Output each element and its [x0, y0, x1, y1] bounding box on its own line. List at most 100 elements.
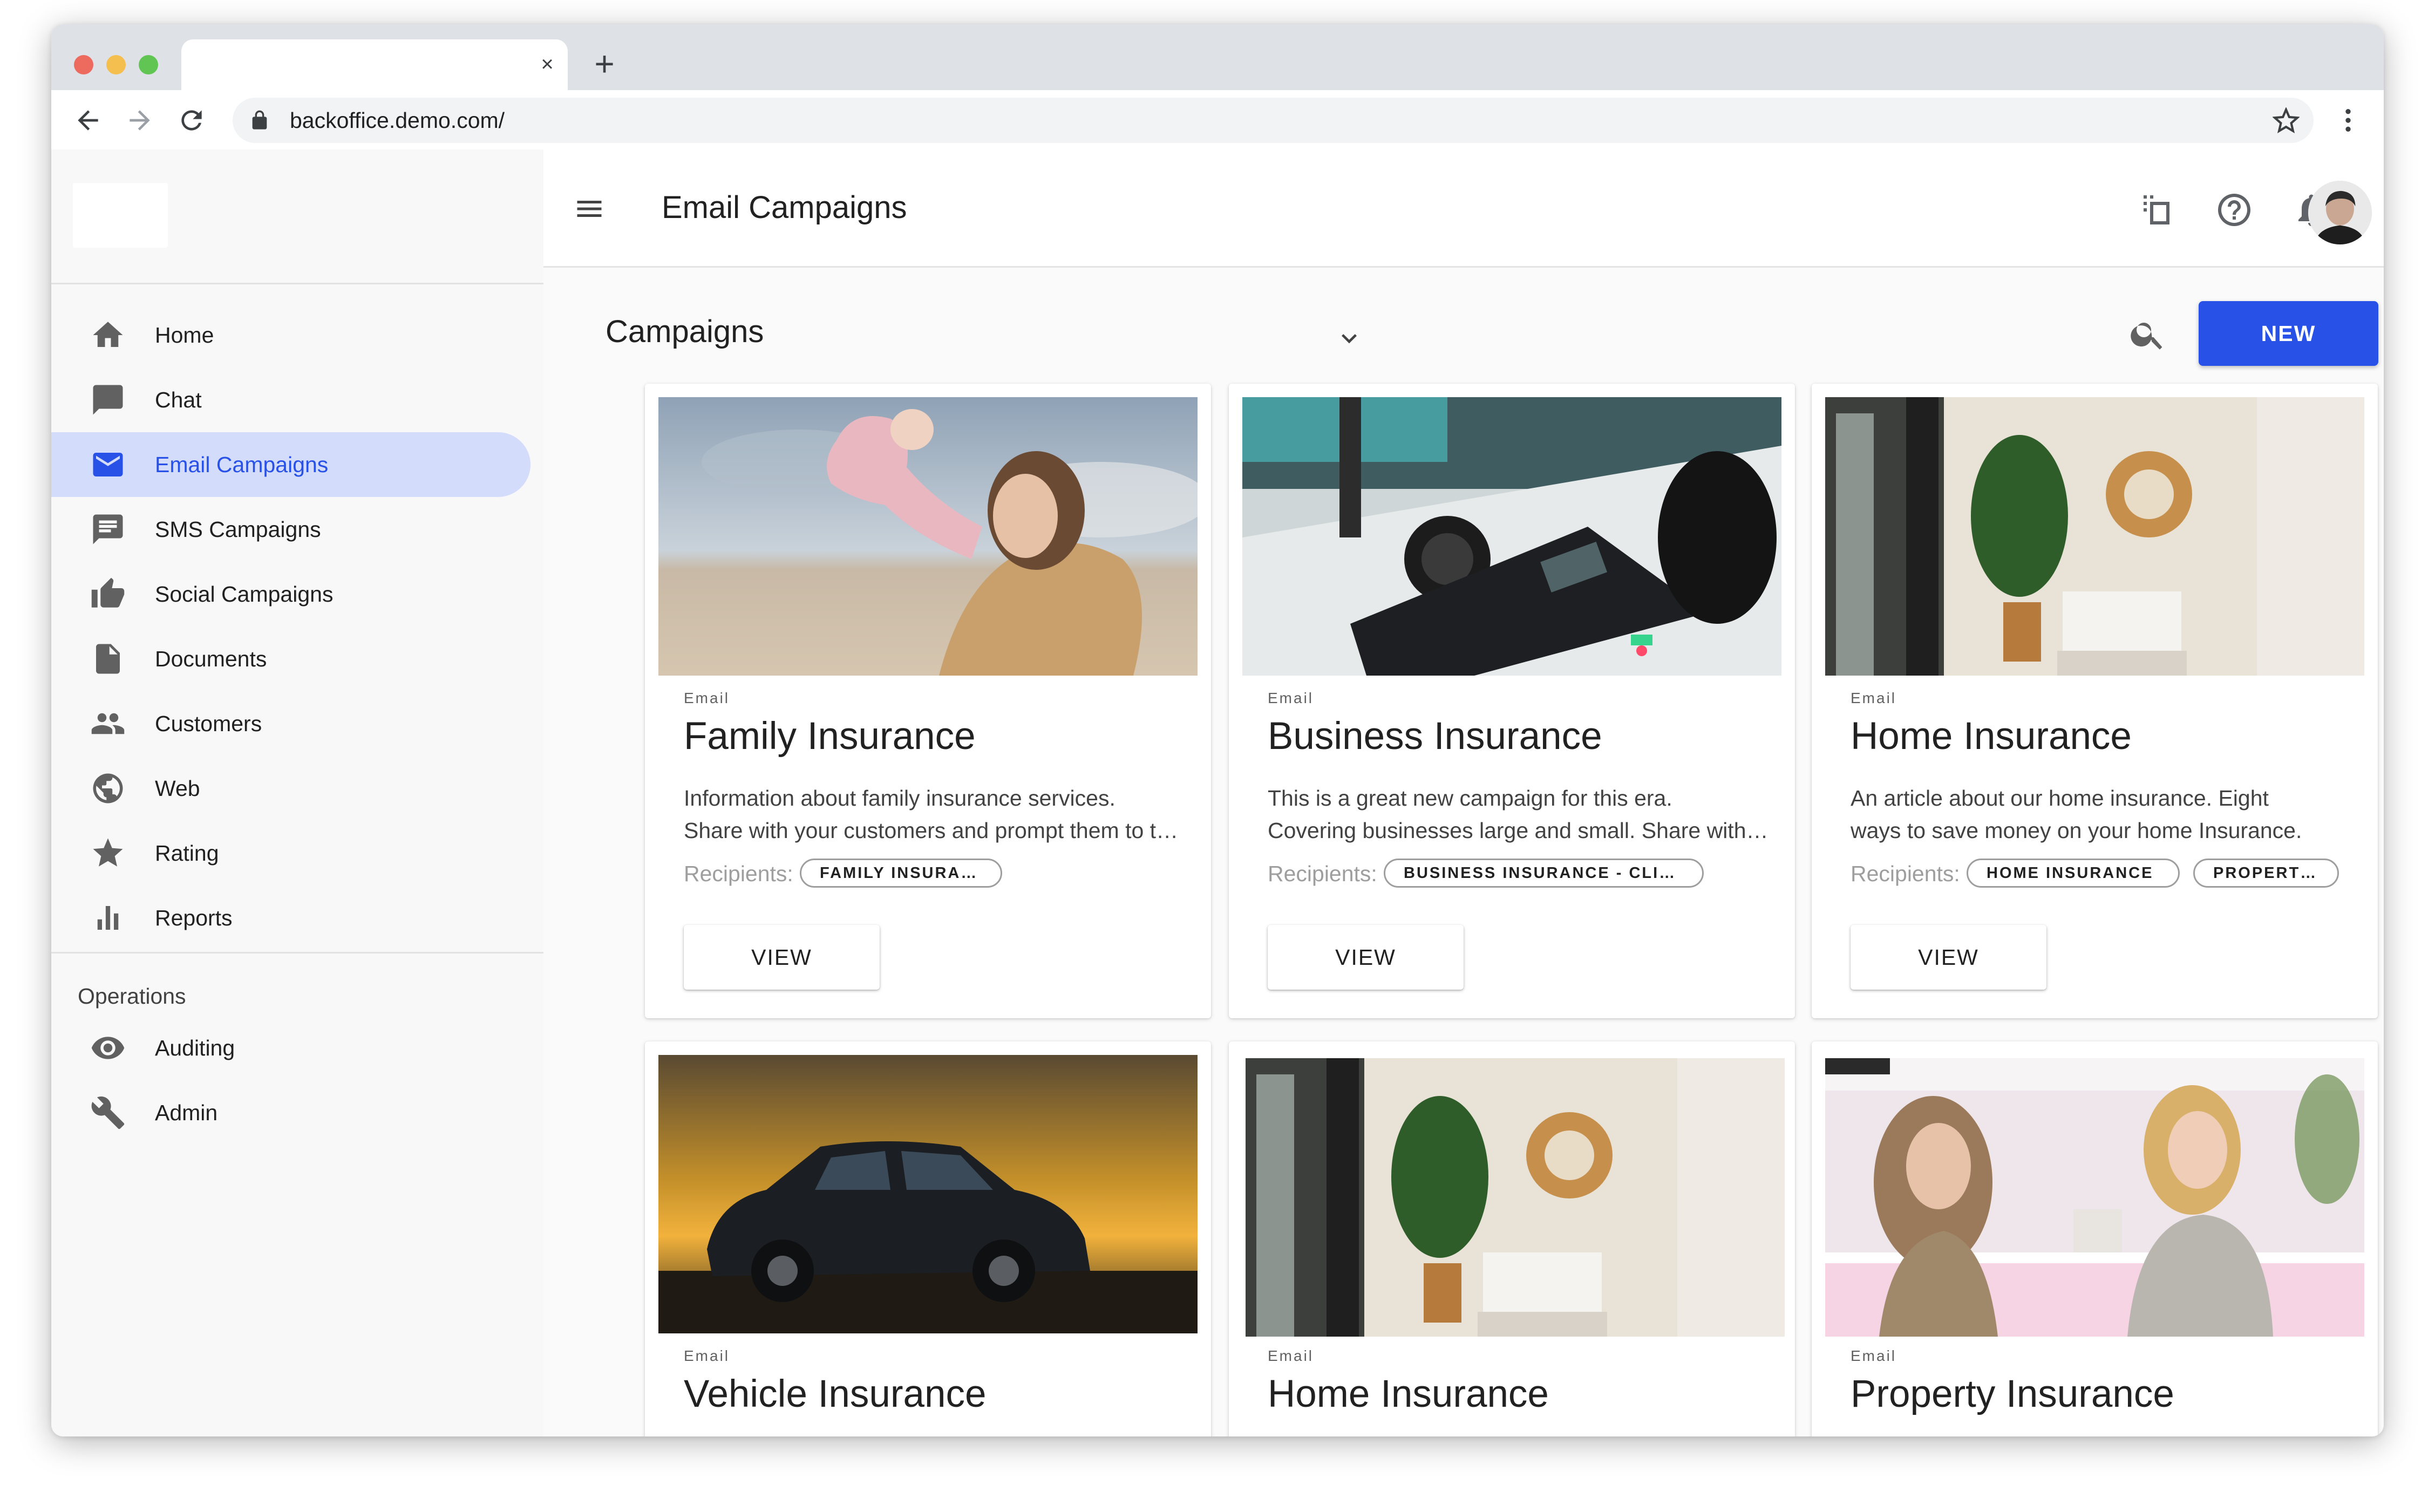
- card-overline: Email: [1268, 1347, 1314, 1364]
- recipients-label: Recipients:: [684, 861, 793, 886]
- campaign-image: [1825, 397, 2364, 676]
- thumb-up-icon: [90, 576, 126, 612]
- view-button[interactable]: VIEW: [684, 925, 880, 990]
- campaign-card: Email Property Insurance: [1812, 1041, 2378, 1436]
- view-button[interactable]: VIEW: [1851, 925, 2046, 990]
- lock-icon: [249, 110, 270, 131]
- minimize-window-button[interactable]: [106, 55, 126, 74]
- card-overline: Email: [1851, 690, 1897, 706]
- back-arrow-icon[interactable]: [73, 105, 103, 135]
- chevron-down-icon[interactable]: [1334, 323, 1364, 353]
- card-description-line: ways to save money on your home Insuranc…: [1851, 818, 2302, 843]
- forward-arrow-icon[interactable]: [125, 105, 155, 135]
- sidebar-item-auditing[interactable]: Auditing: [51, 1016, 530, 1080]
- recipient-chip[interactable]: FAMILY INSURANCE: [800, 859, 1002, 888]
- email-icon: [90, 447, 126, 482]
- sidebar-item-label: Home: [155, 322, 214, 348]
- user-avatar[interactable]: [2308, 181, 2372, 244]
- star-icon: [90, 835, 126, 871]
- card-overline: Email: [1268, 690, 1314, 706]
- card-description: This is a great new campaign for this er…: [1268, 782, 1770, 847]
- bookmark-star-icon[interactable]: [2272, 106, 2300, 134]
- browser-window: × + backoffice.demo.com/ Home Chat Email…: [51, 24, 2384, 1436]
- reload-icon[interactable]: [176, 105, 207, 135]
- globe-icon: [90, 771, 126, 806]
- campaign-card: Email Vehicle Insurance: [645, 1041, 1211, 1436]
- sidebar-item-home[interactable]: Home: [51, 303, 530, 367]
- browser-tab-bar: × +: [51, 24, 2384, 90]
- card-overline: Email: [1851, 1347, 1897, 1364]
- card-description: Information about family insurance servi…: [684, 782, 1186, 847]
- page-title: Email Campaigns: [662, 190, 907, 225]
- bar-chart-icon: [90, 900, 126, 936]
- card-title: Home Insurance: [1851, 715, 2132, 758]
- sidebar-item-label: Rating: [155, 840, 219, 866]
- card-title: Home Insurance: [1268, 1373, 1549, 1415]
- recipients-label: Recipients:: [1268, 861, 1377, 886]
- app: Home Chat Email Campaigns SMS Campaigns …: [51, 149, 2384, 1436]
- recipient-chip[interactable]: HOME INSURANCE: [1967, 859, 2180, 888]
- app-logo[interactable]: [73, 183, 168, 248]
- main-content: Email Campaigns Campaigns NEW Email Fami…: [543, 149, 2384, 1436]
- app-bar: Email Campaigns: [543, 149, 2384, 268]
- campaigns-dropdown[interactable]: Campaigns: [606, 314, 764, 350]
- tab-close-icon[interactable]: ×: [535, 52, 559, 76]
- sidebar-divider: [51, 283, 543, 284]
- sidebar-item-admin[interactable]: Admin: [51, 1080, 530, 1145]
- campaign-image: [1246, 1058, 1785, 1337]
- sidebar-item-label: Admin: [155, 1100, 218, 1125]
- sidebar-item-web[interactable]: Web: [51, 756, 530, 821]
- sidebar-item-label: Email Campaigns: [155, 452, 329, 477]
- sidebar-item-label: Chat: [155, 387, 202, 412]
- view-button[interactable]: VIEW: [1268, 925, 1464, 990]
- new-campaign-button[interactable]: NEW: [2199, 301, 2378, 366]
- people-icon: [90, 706, 126, 741]
- campaign-card: Email Business Insurance This is a great…: [1229, 384, 1795, 1018]
- eye-icon: [90, 1030, 126, 1066]
- card-title: Vehicle Insurance: [684, 1373, 987, 1415]
- sidebar-ops-nav: Auditing Admin: [51, 1016, 543, 1145]
- sidebar-item-chat[interactable]: Chat: [51, 367, 530, 432]
- browser-menu-icon[interactable]: [2333, 105, 2363, 135]
- url-text: backoffice.demo.com/: [290, 108, 505, 133]
- home-icon: [90, 317, 126, 353]
- help-icon[interactable]: [2215, 190, 2254, 229]
- card-description: An article about our home insurance. Eig…: [1851, 782, 2352, 847]
- maximize-window-button[interactable]: [139, 55, 158, 74]
- sidebar-item-social-campaigns[interactable]: Social Campaigns: [51, 562, 530, 626]
- sidebar-divider: [51, 952, 543, 953]
- browser-tab[interactable]: ×: [181, 39, 568, 90]
- menu-icon[interactable]: [570, 193, 608, 225]
- campaign-card: Email Family Insurance Information about…: [645, 384, 1211, 1018]
- campaign-card: Email Home Insurance: [1229, 1041, 1795, 1436]
- switch-window-icon[interactable]: [2137, 190, 2176, 229]
- close-window-button[interactable]: [74, 55, 93, 74]
- campaign-image: [1242, 397, 1781, 676]
- search-icon[interactable]: [2128, 315, 2167, 353]
- sidebar-item-label: Auditing: [155, 1035, 235, 1060]
- sidebar-item-customers[interactable]: Customers: [51, 691, 530, 756]
- recipient-chip[interactable]: PROPERTY INSURANCE: [2193, 859, 2339, 888]
- new-tab-button[interactable]: +: [588, 46, 621, 81]
- sidebar-item-reports[interactable]: Reports: [51, 886, 530, 950]
- sidebar-item-label: Social Campaigns: [155, 581, 334, 607]
- sidebar-item-sms-campaigns[interactable]: SMS Campaigns: [51, 497, 530, 562]
- card-description-line: Information about family insurance servi…: [684, 786, 1116, 811]
- recipients-label: Recipients:: [1851, 861, 1960, 886]
- sidebar-item-rating[interactable]: Rating: [51, 821, 530, 886]
- campaign-card: Email Home Insurance An article about ou…: [1812, 384, 2378, 1018]
- sidebar-item-label: Customers: [155, 711, 262, 736]
- document-icon: [90, 641, 126, 677]
- address-bar[interactable]: backoffice.demo.com/: [233, 98, 2314, 143]
- recipient-chip[interactable]: BUSINESS INSURANCE - CLIENTS: [1384, 859, 1704, 888]
- sms-icon: [90, 512, 126, 547]
- sidebar-item-documents[interactable]: Documents: [51, 626, 530, 691]
- sidebar-item-email-campaigns[interactable]: Email Campaigns: [51, 432, 530, 497]
- wrench-icon: [90, 1095, 126, 1130]
- card-title: Business Insurance: [1268, 715, 1602, 758]
- sidebar-item-label: Documents: [155, 646, 267, 671]
- campaign-image: [658, 397, 1198, 676]
- sidebar-section-label: Operations: [78, 984, 186, 1009]
- card-title: Property Insurance: [1851, 1373, 2174, 1415]
- card-title: Family Insurance: [684, 715, 976, 758]
